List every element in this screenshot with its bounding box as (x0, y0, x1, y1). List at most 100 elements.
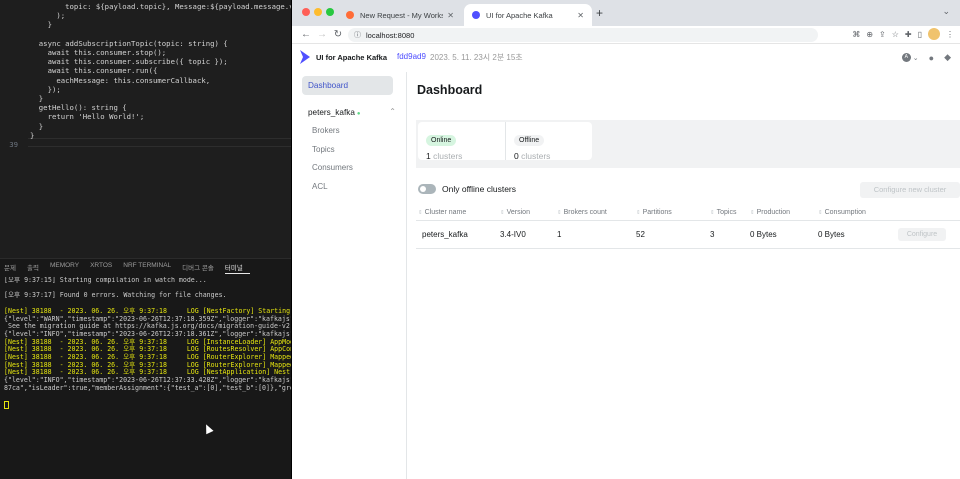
status-dot-icon: ● (356, 111, 361, 117)
minimize-window-button[interactable] (314, 8, 322, 16)
tab-terminal[interactable]: 터미널 (224, 259, 250, 274)
terminal-cursor (4, 401, 9, 409)
configure-new-cluster-button[interactable]: Configure new cluster (860, 182, 960, 198)
cluster-name: peters_kafka (308, 108, 355, 117)
profile-avatar[interactable] (928, 28, 940, 40)
online-badge: Online (426, 135, 457, 146)
forward-icon[interactable]: → (314, 29, 330, 40)
terminal-output: [오후 9:37:15] Starting compilation in wat… (4, 277, 291, 393)
sidebar-item-acl[interactable]: ACL (312, 178, 406, 197)
sidebar-item-dashboard[interactable]: Dashboard (302, 76, 393, 95)
version-link[interactable]: fdd9ad9 (397, 52, 426, 61)
code-line: return 'Hello World!'; (30, 112, 145, 122)
tab-search-icon[interactable]: ⌄ (942, 6, 950, 17)
version-date: 2023. 5. 11. 23시 2분 15초 (430, 53, 523, 62)
stats-card: Online 1 clusters Offline 0 clusters (418, 122, 592, 161)
close-tab-icon[interactable]: ✕ (577, 11, 584, 20)
terminal-line: [오후 9:37:15] Starting compilation in wat… (4, 277, 207, 284)
close-window-button[interactable] (302, 8, 310, 16)
cell-consumption: 0 Bytes (816, 219, 896, 249)
sidebar-cluster-peters-kafka[interactable]: peters_kafka ● ⌃ (302, 103, 396, 122)
terminal-panel[interactable]: 문제 출력 MEMORY XRTOS NRF TERMINAL 디버그 콘솔 터… (0, 258, 291, 479)
discord-icon[interactable]: ◆ (944, 52, 951, 63)
new-tab-button[interactable]: + (596, 6, 603, 20)
chevron-up-icon[interactable]: ⌃ (389, 107, 396, 116)
browser-window: New Request - My Workspace ✕ UI for Apac… (291, 0, 960, 479)
cell-topics: 3 (708, 219, 748, 249)
cell-actions: Configure (896, 219, 960, 249)
code-line: topic: ${payload.topic}, Message:${paylo… (65, 2, 291, 11)
col-cluster-name[interactable]: ⇕ Cluster name (416, 206, 498, 220)
offline-only-toggle[interactable] (418, 184, 436, 194)
address-bar[interactable]: ⓘ localhost:8080 (348, 28, 818, 42)
tab-title: New Request - My Workspace (360, 10, 444, 20)
code-line: } (30, 130, 35, 140)
translate-icon[interactable]: ⌘ (852, 30, 860, 39)
col-partitions[interactable]: ⇕ Partitions (634, 206, 708, 220)
online-count: 1 clusters (426, 151, 463, 161)
offline-badge: Offline (514, 135, 545, 146)
app-brand[interactable]: UI for Apache Kafka (316, 53, 387, 62)
table-row: peters_kafka 3.4-IV0 1 52 3 0 Bytes 0 By… (416, 219, 960, 249)
url-text: localhost:8080 (366, 30, 415, 40)
stat-online: Online 1 clusters (418, 122, 505, 161)
code-line: ); (30, 11, 66, 21)
col-topics[interactable]: ⇕ Topics (708, 206, 748, 220)
share-icon[interactable]: ⇪ (879, 30, 886, 39)
cell-cluster-name[interactable]: peters_kafka (416, 219, 498, 249)
tab-nrf-terminal[interactable]: NRF TERMINAL (123, 259, 178, 274)
back-icon[interactable]: ← (298, 29, 314, 40)
code-line: async addSubscriptionTopic(topic: string… (30, 38, 228, 48)
code-line: }); (30, 84, 61, 94)
github-icon[interactable]: ● (929, 53, 934, 63)
sidebar-item-consumers[interactable]: Consumers (312, 159, 406, 178)
current-line-highlight (28, 138, 291, 147)
chevron-down-icon: ⌄ (912, 54, 919, 62)
kafka-ui-logo[interactable] (299, 50, 311, 64)
clusters-table: ⇕ Cluster name ⇕ Version ⇕ Brokers count ⇕ P… (416, 206, 960, 249)
dashboard-main: Dashboard Online 1 clusters Offline 0 cl… (408, 72, 960, 479)
col-version[interactable]: ⇕ Version (498, 206, 555, 220)
tab-xrtos[interactable]: XRTOS (90, 259, 119, 274)
tab-output[interactable]: 출력 (27, 259, 46, 274)
panel-tabs: 문제 출력 MEMORY XRTOS NRF TERMINAL 디버그 콘솔 터… (0, 259, 291, 274)
globe-icon: A (901, 53, 911, 62)
cell-production: 0 Bytes (748, 219, 816, 249)
reload-icon[interactable]: ↻ (330, 29, 346, 40)
tab-problems[interactable]: 문제 (4, 259, 23, 274)
header-actions: A ⌄ ● ◆ (901, 52, 951, 63)
col-actions (896, 206, 960, 220)
configure-cluster-button[interactable]: Configure (898, 227, 946, 241)
postman-icon (346, 11, 354, 19)
language-selector[interactable]: A ⌄ (901, 53, 919, 62)
site-info-icon[interactable]: ⓘ (354, 30, 361, 40)
side-panel-icon[interactable]: ▯ (918, 30, 922, 39)
col-production[interactable]: ⇕ Production (748, 206, 816, 220)
page-title: Dashboard (417, 83, 483, 97)
sidebar-item-brokers[interactable]: Brokers (312, 122, 406, 141)
tab-debug-console[interactable]: 디버그 콘솔 (182, 259, 221, 274)
stat-offline: Offline 0 clusters (505, 122, 592, 161)
col-brokers-count[interactable]: ⇕ Brokers count (555, 206, 634, 220)
maximize-window-button[interactable] (326, 8, 334, 16)
col-consumption[interactable]: ⇕ Consumption (816, 206, 896, 220)
code-line: eachMessage: this.consumerCallback, (30, 75, 211, 85)
terminal-line: [오후 9:37:17] Found 0 errors. Watching fo… (4, 291, 227, 300)
extensions-icon[interactable]: ✚ (905, 30, 912, 39)
zoom-icon[interactable]: ⊕ (866, 30, 873, 39)
browser-tab-postman[interactable]: New Request - My Workspace ✕ (338, 4, 462, 26)
code-line: getHello(): string { (30, 103, 127, 113)
kafka-ui-header: UI for Apache Kafka fdd9ad9 2023. 5. 11.… (292, 44, 960, 72)
cell-brokers-count: 1 (555, 219, 634, 249)
browser-tab-kafka[interactable]: UI for Apache Kafka ✕ (464, 4, 592, 26)
cell-version: 3.4-IV0 (498, 219, 555, 249)
toolbar-icons: ⌘ ⊕ ⇪ ☆ ✚ ▯ ⋮ (852, 28, 954, 40)
menu-icon[interactable]: ⋮ (946, 30, 954, 39)
code-editor[interactable]: topic: ${payload.topic}, Message:${paylo… (0, 0, 291, 258)
cell-partitions: 52 (634, 219, 708, 249)
sidebar-item-topics[interactable]: Topics (312, 141, 406, 160)
bookmark-star-icon[interactable]: ☆ (892, 30, 899, 39)
tab-memory[interactable]: MEMORY (50, 259, 86, 274)
close-tab-icon[interactable]: ✕ (447, 11, 454, 20)
code-line: await this.consumer.stop(); (30, 48, 167, 57)
